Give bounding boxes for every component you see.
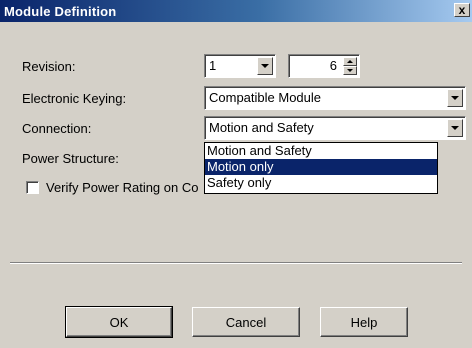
cancel-button-label: Cancel xyxy=(225,314,267,330)
revision-minor-value: 6 xyxy=(329,58,337,73)
ok-button[interactable]: OK xyxy=(65,306,173,338)
revision-major-select[interactable]: 1 xyxy=(204,54,276,78)
connection-select[interactable]: Motion and Safety xyxy=(204,116,466,140)
spin-up-button[interactable] xyxy=(343,57,357,66)
help-button[interactable]: Help xyxy=(320,307,408,337)
connection-label: Connection: xyxy=(22,121,92,136)
verify-power-checkbox[interactable] xyxy=(26,181,39,194)
chevron-down-icon xyxy=(451,95,459,100)
chevron-down-icon xyxy=(347,69,353,72)
chevron-down-icon xyxy=(451,125,459,130)
spin-down-button[interactable] xyxy=(343,66,357,75)
revision-major-dropdown-button[interactable] xyxy=(257,57,273,75)
revision-minor-spinner[interactable]: 6 xyxy=(288,54,360,78)
revision-major-value: 1 xyxy=(209,58,217,73)
close-icon: x xyxy=(458,3,466,17)
dropdown-option-selected[interactable]: Motion only xyxy=(205,159,437,175)
title-bar: Module Definition x xyxy=(0,0,472,22)
verify-power-label[interactable]: Verify Power Rating on Co xyxy=(46,180,198,195)
chevron-up-icon xyxy=(347,60,353,63)
connection-value: Motion and Safety xyxy=(209,120,314,135)
chevron-down-icon xyxy=(261,63,269,68)
window-title: Module Definition xyxy=(4,3,117,19)
separator xyxy=(10,262,462,264)
connection-dropdown-button[interactable] xyxy=(447,119,463,137)
revision-label: Revision: xyxy=(22,59,76,74)
electronic-keying-value: Compatible Module xyxy=(209,90,322,105)
ok-button-label: OK xyxy=(109,314,129,330)
revision-minor-spin-buttons xyxy=(343,57,357,75)
close-button[interactable]: x xyxy=(454,3,470,17)
electronic-keying-dropdown-button[interactable] xyxy=(447,89,463,107)
dropdown-option[interactable]: Safety only xyxy=(205,175,437,191)
electronic-keying-label: Electronic Keying: xyxy=(22,91,127,106)
help-button-label: Help xyxy=(350,314,378,330)
power-structure-label: Power Structure: xyxy=(22,151,119,166)
electronic-keying-select[interactable]: Compatible Module xyxy=(204,86,466,110)
connection-dropdown-list: Motion and Safety Motion only Safety onl… xyxy=(204,142,438,194)
dropdown-option[interactable]: Motion and Safety xyxy=(205,143,437,159)
cancel-button[interactable]: Cancel xyxy=(192,307,300,337)
